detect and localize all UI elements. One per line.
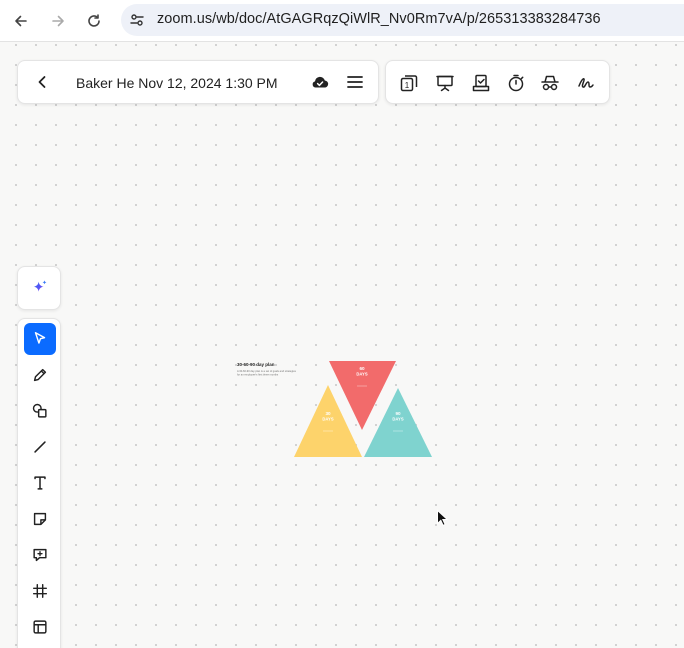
url-text[interactable]: zoom.us/wb/doc/AtGAGRqzQiWlR_Nv0Rm7vA/p/…: [157, 11, 601, 27]
document-header: Baker He Nov 12, 2024 1:30 PM: [17, 60, 379, 104]
vote-icon[interactable]: [468, 70, 494, 96]
shapes-tool-button[interactable]: [24, 395, 56, 427]
mouse-cursor-icon: [437, 509, 449, 526]
menu-icon[interactable]: [342, 69, 368, 95]
plan-subtitle: for an employee's first three months: [237, 373, 279, 377]
text-tool-button[interactable]: [24, 467, 56, 499]
whiteboard-canvas[interactable]: [0, 43, 684, 648]
chevron-left-icon[interactable]: [29, 69, 55, 95]
template-icon: [33, 620, 47, 634]
shapes-icon: [32, 403, 47, 418]
plan-subtitle: A 30-60-90 day plan is a set of goals an…: [237, 369, 297, 373]
text-icon: [34, 476, 46, 490]
comment-add-icon: [33, 548, 47, 562]
triangle-90-label: DAYS: [392, 417, 403, 422]
address-bar[interactable]: zoom.us/wb/doc/AtGAGRqzQiWlR_Nv0Rm7vA/p/…: [121, 4, 684, 36]
cloud-saved-icon[interactable]: [307, 69, 333, 95]
triangle-30-label: DAYS: [322, 417, 333, 422]
comment-tool-button[interactable]: [24, 539, 56, 571]
triangle-30-number: 30: [325, 411, 331, 416]
pen-tool-button[interactable]: [24, 359, 56, 391]
plan-template-graphic[interactable]: 30-60-90 day plan A 30-60-90 day plan is…: [232, 355, 442, 465]
triangle-90-number: 90: [395, 411, 401, 416]
present-icon[interactable]: [432, 70, 458, 96]
triangle-60-number: 60: [359, 366, 365, 371]
left-toolbar: [17, 318, 61, 648]
site-settings-icon[interactable]: [129, 12, 145, 28]
line-icon: [34, 441, 46, 453]
board-tools-bar: 1: [385, 60, 610, 104]
frame-icon: [32, 583, 48, 599]
ai-assistant-panel: [17, 266, 61, 310]
forward-arrow-icon[interactable]: [45, 8, 71, 34]
pointer-icon: [34, 331, 46, 344]
plan-title: 30-60-90 day plan: [237, 362, 275, 367]
select-tool-button[interactable]: [24, 323, 56, 355]
browser-toolbar: zoom.us/wb/doc/AtGAGRqzQiWlR_Nv0Rm7vA/p/…: [0, 0, 684, 42]
back-arrow-icon[interactable]: [8, 8, 34, 34]
page-count-badge: 1: [405, 81, 410, 90]
document-title[interactable]: Baker He Nov 12, 2024 1:30 PM: [76, 75, 278, 91]
templates-tool-button[interactable]: [24, 611, 56, 643]
pages-icon[interactable]: 1: [396, 70, 422, 96]
signature-icon[interactable]: [573, 70, 599, 96]
sticky-note-icon: [33, 512, 47, 526]
sticky-note-tool-button[interactable]: [24, 503, 56, 535]
line-tool-button[interactable]: [24, 431, 56, 463]
ai-sparkle-icon[interactable]: [24, 272, 56, 304]
frame-tool-button[interactable]: [24, 575, 56, 607]
incognito-icon[interactable]: [537, 70, 563, 96]
triangle-60-label: DAYS: [356, 372, 367, 377]
pencil-icon: [33, 368, 47, 382]
timer-icon[interactable]: [503, 70, 529, 96]
reload-icon[interactable]: [81, 8, 107, 34]
